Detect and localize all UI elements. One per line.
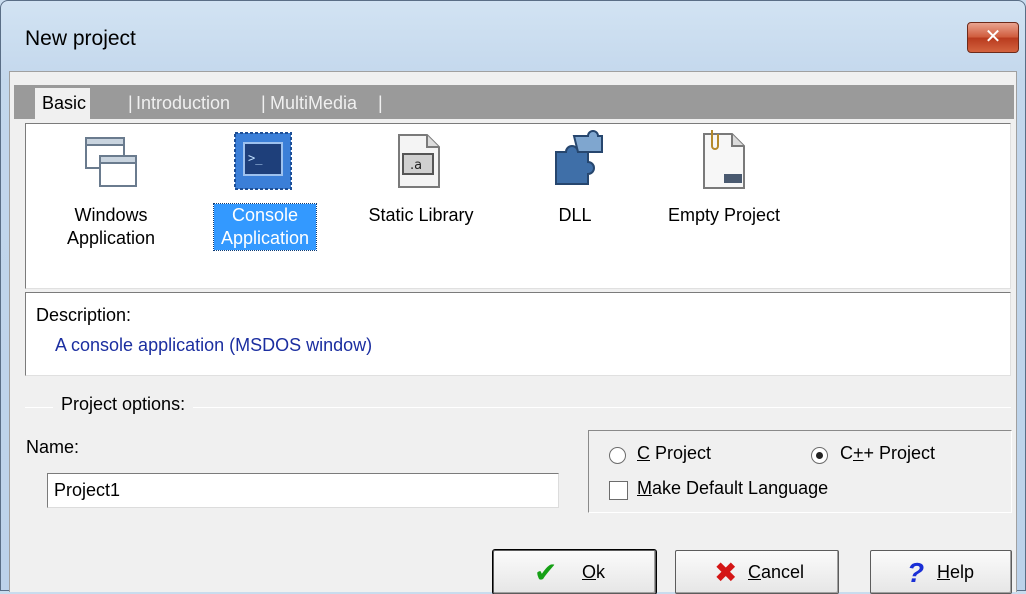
help-button[interactable]: ? Help xyxy=(870,550,1012,594)
cancel-label: Cancel xyxy=(748,562,805,582)
tab-basic[interactable]: Basic xyxy=(35,88,91,119)
language-group: C Project C++ Project Make Default Langu… xyxy=(588,430,1012,513)
make-default-label[interactable]: Make Default Language xyxy=(637,478,828,499)
close-button[interactable]: ✕ xyxy=(967,22,1019,53)
help-label: Help xyxy=(937,562,975,582)
tab-multimedia[interactable]: MultiMedia xyxy=(263,88,357,119)
cancel-x-icon: ✖ xyxy=(714,557,738,588)
name-label: Name: xyxy=(26,437,80,457)
c-project-radio[interactable] xyxy=(609,447,626,464)
static-library-icon: .a xyxy=(398,134,440,188)
cancel-button[interactable]: ✖ Cancel xyxy=(675,550,839,594)
description-panel: Description: A console application (MSDO… xyxy=(25,292,1011,376)
dialog-client-area: Basic | Introduction | MultiMedia | Wind… xyxy=(9,71,1017,594)
template-label: Static Library xyxy=(368,205,474,225)
dialog-title: New project xyxy=(25,27,136,50)
template-label: Windows Application xyxy=(66,205,156,248)
empty-project-icon xyxy=(703,130,745,189)
checkmark-icon: ✔ xyxy=(534,557,558,588)
template-empty-project[interactable]: Empty Project xyxy=(654,124,794,284)
project-options-title: Project options: xyxy=(53,394,194,415)
new-project-dialog: New project ✕ Basic | Introduction | Mul… xyxy=(0,0,1026,594)
question-mark-icon: ? xyxy=(907,557,925,588)
dll-puzzle-icon xyxy=(555,130,603,185)
description-text: A console application (MSDOS window) xyxy=(55,335,373,355)
svg-text:>_: >_ xyxy=(248,151,263,165)
console-application-icon: >_ xyxy=(234,132,292,190)
template-label: Console Application xyxy=(213,203,317,251)
template-label: Empty Project xyxy=(667,205,781,225)
tab-separator: | xyxy=(378,93,383,113)
make-default-checkbox[interactable] xyxy=(609,481,628,500)
template-windows-application[interactable]: Windows Application xyxy=(56,124,166,284)
cpp-project-label[interactable]: C++ Project xyxy=(840,443,935,464)
template-static-library[interactable]: .a Static Library xyxy=(351,124,491,284)
tab-introduction[interactable]: Introduction xyxy=(129,88,230,119)
template-dll[interactable]: DLL xyxy=(520,124,630,284)
close-icon: ✕ xyxy=(984,26,1002,48)
svg-text:.a: .a xyxy=(410,158,422,173)
template-label: DLL xyxy=(558,205,592,225)
cpp-project-radio[interactable] xyxy=(811,447,828,464)
ok-label: Ok xyxy=(582,562,606,582)
project-name-input[interactable] xyxy=(47,473,559,508)
template-list: Windows Application >_ Console Application xyxy=(25,123,1011,289)
template-console-application[interactable]: >_ Console Application xyxy=(210,124,320,284)
c-project-label[interactable]: C Project xyxy=(637,443,711,464)
ok-button[interactable]: ✔ Ok xyxy=(492,549,657,594)
description-label: Description: xyxy=(36,305,132,325)
windows-application-icon xyxy=(85,137,137,187)
template-tabs: Basic | Introduction | MultiMedia | xyxy=(14,85,1014,119)
